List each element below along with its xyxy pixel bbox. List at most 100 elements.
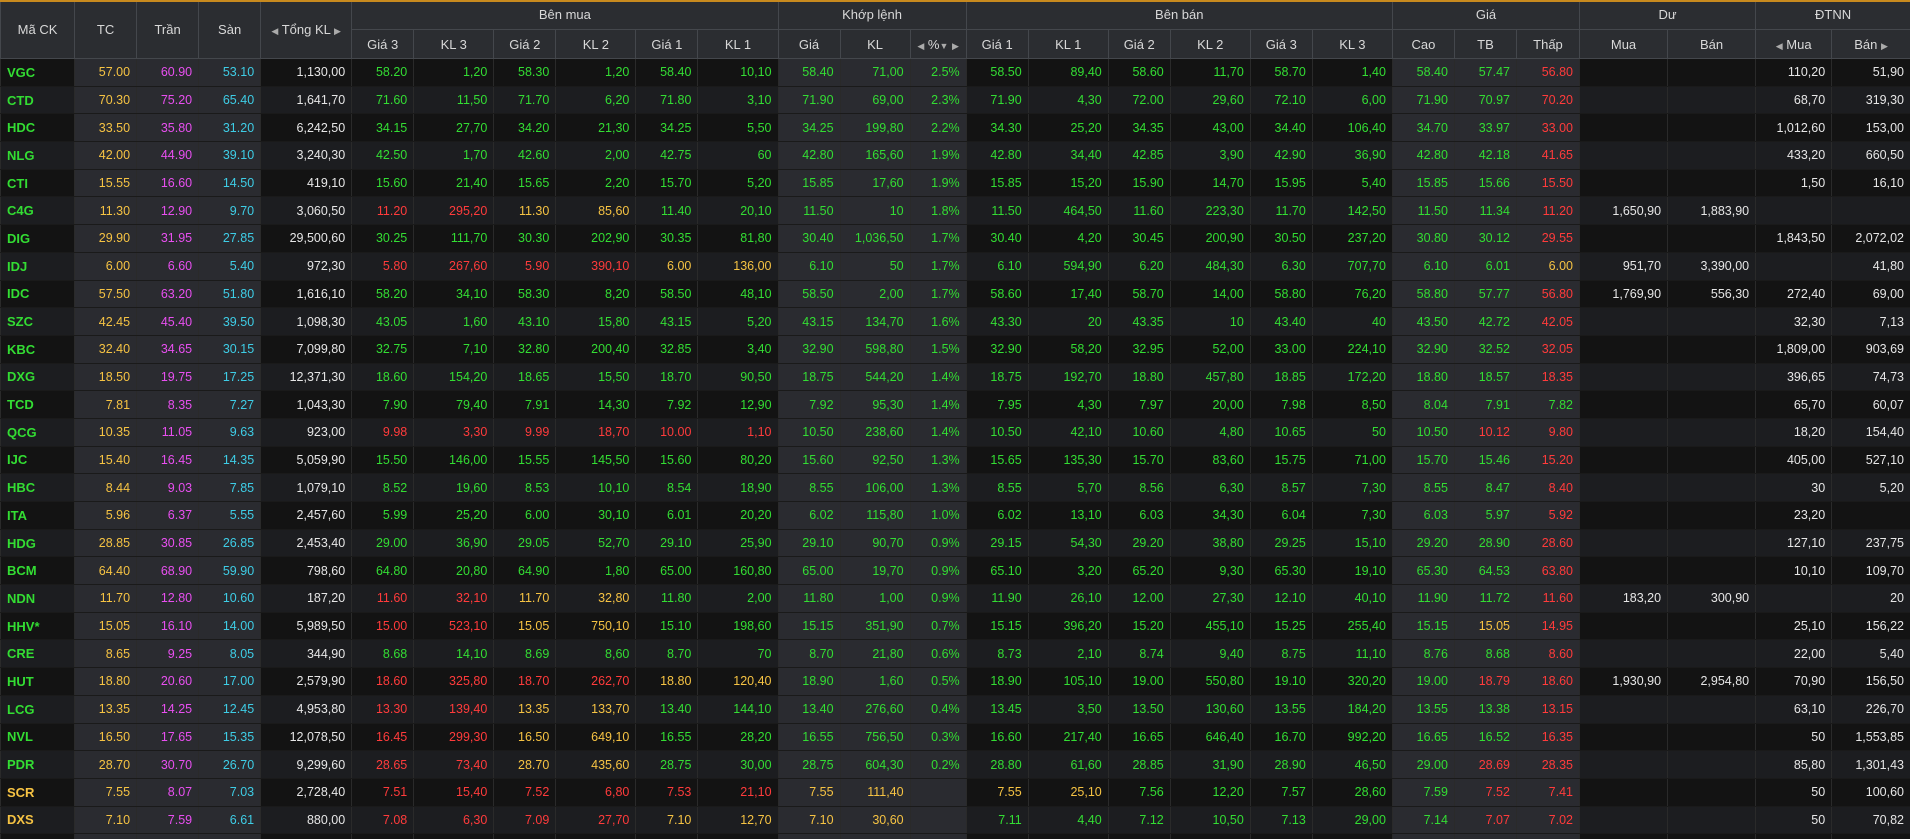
col-header-buy-vol-3[interactable]: KL 3 [413,29,494,59]
cell-symbol[interactable]: TCD [0,390,75,419]
col-header-symbol[interactable]: Mã CK [0,0,75,59]
cell-symbol[interactable]: QCG [0,418,75,447]
cell-symbol[interactable]: HUT [0,667,75,696]
table-row[interactable]: DXG 18.50 19.75 17.25 12,371,30 18.60 154,20 18… [0,363,1910,392]
cell-symbol[interactable]: LCG [0,695,75,724]
col-header-low[interactable]: Thấp [1515,29,1580,59]
col-header-buy-vol-1[interactable]: KL 1 [697,29,779,59]
col-header-match-volume[interactable]: KL [839,29,911,59]
arrow-right-icon[interactable]: ▶ [1881,41,1888,51]
arrow-right-icon[interactable]: ▶ [334,26,341,36]
cell-symbol[interactable]: NLG [0,141,75,170]
col-header-remain-buy[interactable]: Mua [1578,29,1668,59]
col-header-sell-vol-1[interactable]: KL 1 [1027,29,1109,59]
col-header-sell-vol-3[interactable]: KL 3 [1311,29,1393,59]
table-row[interactable]: DXS 7.10 7.59 6.61 880,00 7.08 6,30 7.09 27,70 7.… [0,806,1910,835]
arrow-right-icon[interactable]: ▶ [952,41,959,51]
cell-symbol[interactable]: PDR [0,750,75,779]
cell-symbol[interactable]: HHV* [0,612,75,641]
col-header-sell-vol-2[interactable]: KL 2 [1169,29,1251,59]
table-row[interactable]: CRE 8.65 9.25 8.05 344,90 8.68 14,10 8.69 8,60 8.… [0,639,1910,669]
col-header-foreign-buy[interactable]: ◀ Mua [1755,29,1832,59]
cell-symbol[interactable]: CRE [0,639,75,669]
table-row[interactable]: CTI 15.55 16.60 14.50 419,10 15.60 21,40 15.65 2… [0,169,1910,198]
cell-ceiling: 6.60 [136,252,199,281]
cell-remain-buy [1578,556,1668,586]
table-row[interactable]: IJC 15.40 16.45 14.35 5,059,90 15.50 146,00 15.… [0,446,1910,475]
col-header-buy-price-1[interactable]: Giá 1 [635,29,698,59]
table-row[interactable]: HBC 8.44 9.03 7.85 1,079,10 8.52 19,60 8.53 10,1… [0,473,1910,502]
cell-symbol[interactable]: DXG [0,363,75,392]
cell-match-price: 58.50 [777,280,841,309]
cell-ceiling: 7.59 [136,806,199,835]
cell-match-percent: 1.4% [909,390,967,419]
arrow-left-icon[interactable]: ◀ [1776,41,1783,51]
col-header-high[interactable]: Cao [1391,29,1455,59]
table-row[interactable]: NVL 16.50 17.65 15.35 12,078,50 16.45 299,30 16… [0,723,1910,752]
col-header-match-percent[interactable]: ◀ %▼ ▶ [909,29,967,59]
table-row[interactable]: DIG 29.90 31.95 27.85 29,500,60 30.25 111,70 30… [0,224,1910,253]
cell-symbol[interactable]: DIG [0,224,75,253]
table-row[interactable]: HDC 33.50 35.80 31.20 6,242,50 34.15 27,70 34.2… [0,113,1910,143]
cell-symbol[interactable]: HDG [0,529,75,558]
cell-symbol[interactable]: HDC [0,113,75,143]
cell-ceiling: 6.37 [136,501,199,530]
cell-symbol[interactable]: IDJ [0,252,75,281]
cell-symbol[interactable]: ITA [0,501,75,530]
col-header-tc[interactable]: TC [74,0,137,59]
table-row[interactable]: TCD 7.81 8.35 7.27 1,043,30 7.90 79,40 7.91 14,3… [0,390,1910,419]
sort-desc-icon[interactable]: ▼ [939,41,948,51]
table-row[interactable]: SZC 42.45 45.40 39.50 1,098,30 43.05 1,60 43.10… [0,307,1910,336]
cell-symbol[interactable]: HQC [0,833,75,839]
arrow-left-icon[interactable]: ◀ [271,26,278,36]
table-row[interactable]: NDN 11.70 12.80 10.60 187,20 11.60 32,10 11.70 3… [0,584,1910,613]
table-row[interactable]: VGC 57.00 60.90 53.10 1,130,00 58.20 1,20 58.30… [0,58,1910,87]
col-header-buy-price-3[interactable]: Giá 3 [351,29,414,59]
col-header-sell-price-1[interactable]: Giá 1 [965,29,1029,59]
cell-symbol[interactable]: C4G [0,196,75,226]
cell-symbol[interactable]: CTD [0,86,75,115]
col-header-buy-vol-2[interactable]: KL 2 [555,29,636,59]
table-row[interactable]: BCM 64.40 68.90 59.90 798,60 64.80 20,80 64.90 1… [0,556,1910,586]
arrow-left-icon[interactable]: ◀ [917,41,924,51]
table-row[interactable]: LCG 13.35 14.25 12.45 4,953,80 13.30 139,40 13.… [0,695,1910,724]
table-row[interactable]: PDR 28.70 30.70 26.70 9,299,60 28.65 73,40 28.7… [0,750,1910,779]
col-header-buy-price-2[interactable]: Giá 2 [493,29,556,59]
col-header-ceiling[interactable]: Trần [136,0,199,59]
cell-symbol[interactable]: IDC [0,280,75,309]
table-row[interactable]: IDJ 6.00 6.60 5.40 972,30 5.80 267,60 5.90 390,1… [0,252,1910,281]
col-header-sell-price-2[interactable]: Giá 2 [1107,29,1171,59]
cell-symbol[interactable]: CTI [0,169,75,198]
col-header-foreign-sell[interactable]: Bán ▶ [1831,29,1910,59]
table-row[interactable]: IDC 57.50 63.20 51.80 1,616,10 58.20 34,10 58.3… [0,280,1910,309]
cell-symbol[interactable]: NDN [0,584,75,613]
cell-match-percent: 1.4% [909,363,967,392]
table-row[interactable]: QCG 10.35 11.05 9.63 923,00 9.98 3,30 9.99 18,70… [0,418,1910,447]
cell-symbol[interactable]: IJC [0,446,75,475]
cell-remain-buy [1578,86,1668,115]
cell-symbol[interactable]: DXS [0,806,75,835]
cell-symbol[interactable]: HBC [0,473,75,502]
table-row[interactable]: HDG 28.85 30.85 26.85 2,453,40 29.00 36,90 29.0… [0,529,1910,558]
cell-symbol[interactable]: NVL [0,723,75,752]
cell-symbol[interactable]: VGC [0,58,75,87]
table-row[interactable]: CTD 70.30 75.20 65.40 1,641,70 71.60 11,50 71.7… [0,86,1910,115]
table-row[interactable]: SCR 7.55 8.07 7.03 2,728,40 7.51 15,40 7.52 6,80… [0,778,1910,807]
table-row[interactable]: HUT 18.80 20.60 17.00 2,579,90 18.60 325,80 18.… [0,667,1910,696]
table-row[interactable]: KBC 32.40 34.65 30.15 7,099,80 32.75 7,10 32.80… [0,335,1910,364]
col-header-sell-price-3[interactable]: Giá 3 [1249,29,1313,59]
col-header-total-volume[interactable]: ◀ Tổng KL ▶ [260,0,352,59]
table-row[interactable]: NLG 42.00 44.90 39.10 3,240,30 42.50 1,70 42.60… [0,141,1910,170]
cell-symbol[interactable]: SZC [0,307,75,336]
table-row[interactable]: C4G 11.30 12.90 9.70 3,060,50 11.20 295,20 11.3… [0,196,1910,226]
col-header-match-price[interactable]: Giá [777,29,841,59]
cell-symbol[interactable]: KBC [0,335,75,364]
col-header-floor[interactable]: Sàn [198,0,261,59]
col-header-remain-sell[interactable]: Bán [1667,29,1756,59]
table-row[interactable]: HQC4.554.864.248,937,704.5211,804.5350,0… [0,833,1910,839]
cell-symbol[interactable]: BCM [0,556,75,586]
cell-symbol[interactable]: SCR [0,778,75,807]
table-row[interactable]: ITA 5.96 6.37 5.55 2,457,60 5.99 25,20 6.00 30,1… [0,501,1910,530]
col-header-avg[interactable]: TB [1453,29,1517,59]
table-row[interactable]: HHV* 15.05 16.10 14.00 5,989,50 15.00 523,10 15… [0,612,1910,641]
